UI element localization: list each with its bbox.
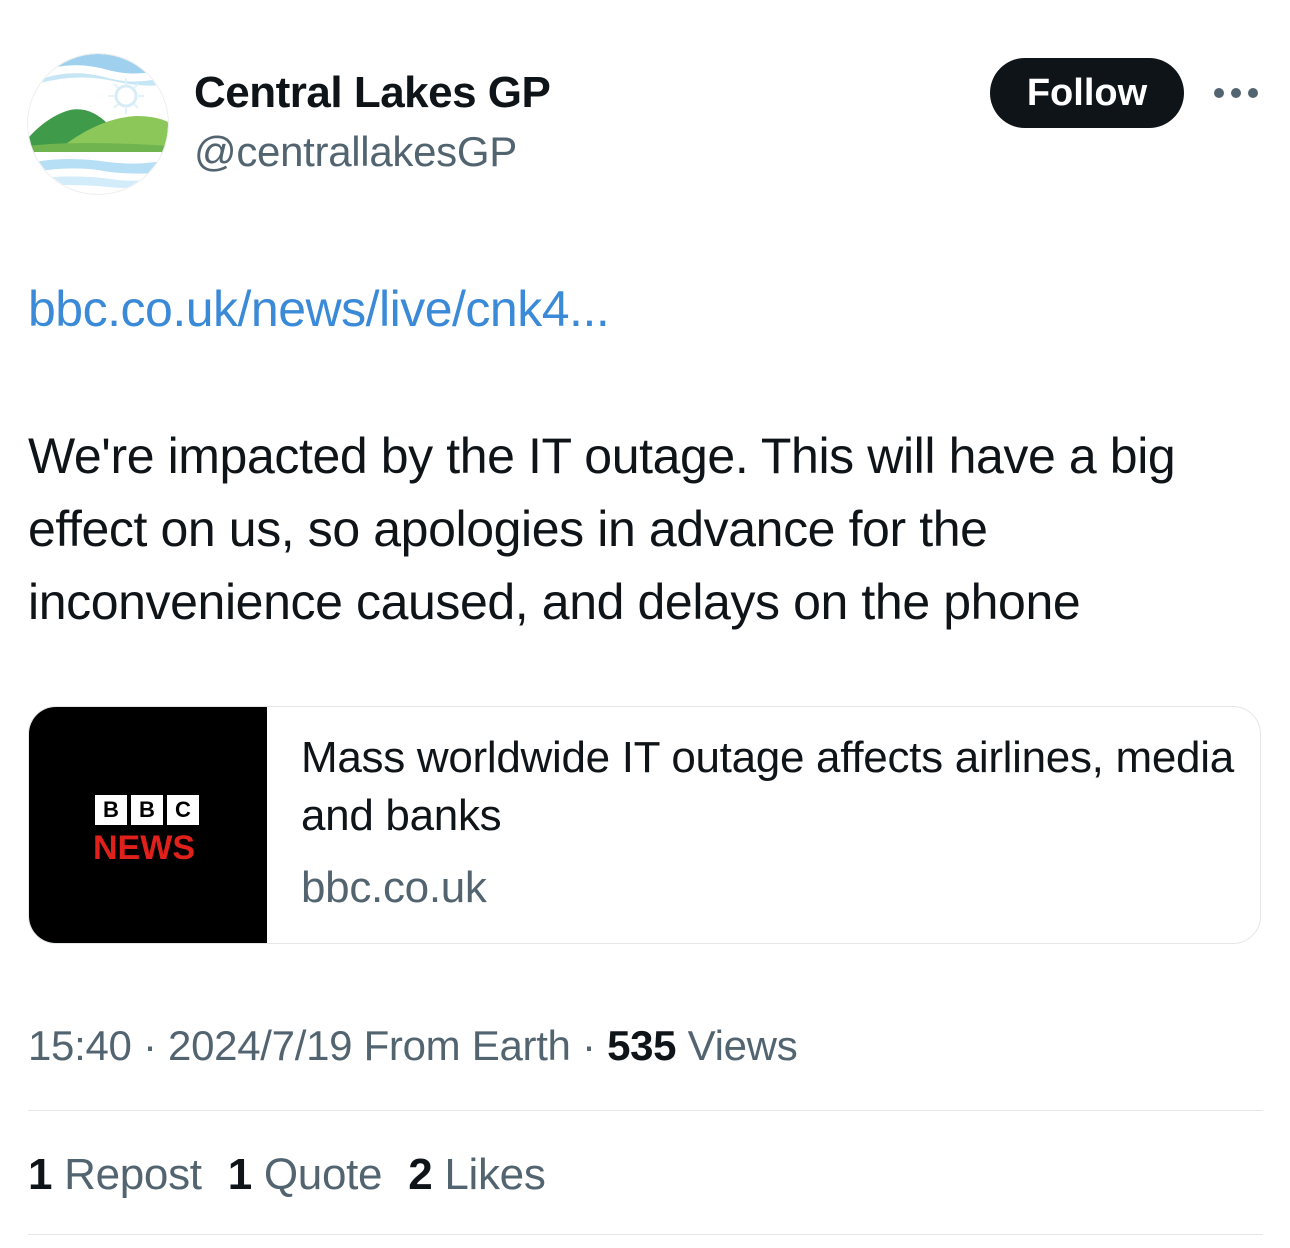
lakes-landscape-icon [28,54,168,194]
likes-count: 2 [408,1150,433,1199]
reposts-stat[interactable]: 1 Repost [28,1150,202,1200]
more-options-button[interactable] [1212,86,1260,100]
views-label: Views [687,1022,798,1069]
author-display-name[interactable]: Central Lakes GP [194,68,551,118]
bbc-logo-letter: C [167,795,199,825]
meta-separator: · [142,1022,157,1069]
card-title: Mass worldwide IT outage affects airline… [301,733,1234,840]
quotes-stat[interactable]: 1 Quote [227,1150,383,1200]
tweet-date[interactable]: 2024/7/19 [168,1022,352,1069]
views-count: 535 [607,1022,677,1069]
tweet-time[interactable]: 15:40 [28,1022,132,1069]
bbc-logo-letter: B [131,795,163,825]
card-domain: bbc.co.uk [301,863,487,912]
bbc-logo-letter: B [95,795,127,825]
divider [28,1234,1263,1235]
likes-label: Likes [444,1150,546,1199]
tweet-location: From Earth [363,1022,571,1069]
bbc-news-logo: B B C NEWS [29,707,267,943]
more-horizontal-icon [1214,88,1258,98]
tweet-link[interactable]: bbc.co.uk/news/live/cnk4... [28,280,610,338]
author-handle[interactable]: @centrallakesGP [194,128,517,176]
tweet-metadata: 15:40 · 2024/7/19 From Earth · 535 Views [28,1022,798,1070]
quotes-count: 1 [227,1150,252,1199]
link-preview-card[interactable]: B B C NEWS Mass worldwide IT outage affe… [28,706,1261,944]
likes-stat[interactable]: 2 Likes [408,1150,546,1200]
meta-separator: · [582,1022,596,1069]
divider [28,1110,1263,1111]
reposts-label: Repost [64,1150,202,1199]
bbc-logo-news-word: NEWS [93,829,195,867]
engagement-stats: 1 Repost 1 Quote 2 Likes [28,1150,546,1200]
tweet-text: We're impacted by the IT outage. This wi… [28,428,1176,630]
reposts-count: 1 [28,1150,53,1199]
quotes-label: Quote [263,1150,383,1199]
author-avatar[interactable] [28,54,168,194]
follow-button[interactable]: Follow [990,58,1184,128]
bbc-logo-blocks: B B C [95,795,199,825]
